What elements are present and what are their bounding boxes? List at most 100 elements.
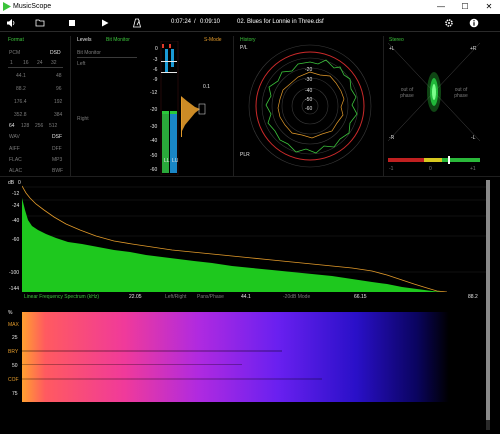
minimize-button[interactable]: —	[436, 2, 446, 11]
out-of-phase-left: out of phase	[400, 87, 414, 99]
format-bit-depth: 24	[37, 60, 43, 66]
maximize-button[interactable]: ☐	[460, 2, 470, 11]
spectrum-freq-tick: 44.1	[241, 294, 251, 300]
time-separator: /	[194, 19, 196, 25]
spectrogram-label: 50	[12, 363, 18, 369]
spectrum-freq-tick: 88.2	[468, 294, 478, 300]
spectrum-db-unit: dB	[8, 180, 15, 186]
spectrum-plot	[22, 185, 486, 292]
level-scale-tick: -9	[153, 77, 158, 83]
format-dsd-rate: 256	[35, 123, 44, 129]
format-bit-depth: 1	[10, 60, 13, 66]
correlation-neutral-zone	[424, 158, 442, 162]
level-meter	[160, 41, 206, 175]
spectrum-db-tick: 0	[18, 180, 21, 186]
format-type: WAV	[9, 134, 20, 140]
spectrum-db-tick: -144	[9, 286, 20, 292]
spectrogram-band	[22, 350, 282, 352]
bit-monitor-label: Bit Monitor	[77, 50, 101, 56]
spectrogram-band	[22, 378, 322, 380]
spectrum-fill	[22, 198, 442, 292]
format-pcm: PCM	[9, 50, 21, 56]
title-bar: MusicScope — ☐ ✕	[0, 0, 500, 14]
spectrum-freq-tick: 66.15	[354, 294, 367, 300]
close-button[interactable]: ✕	[484, 2, 494, 11]
folder-icon[interactable]	[34, 17, 46, 29]
format-rate: 384	[54, 112, 63, 118]
correlation-negative-zone	[388, 158, 424, 162]
history-ring-label: -40	[305, 88, 313, 94]
spectrogram-band	[22, 364, 242, 365]
level-scale-tick: -20	[150, 107, 158, 113]
out-of-phase-right: out of phase	[454, 87, 468, 99]
level-scale-tick: -6	[153, 67, 158, 73]
stop-icon[interactable]	[66, 17, 78, 29]
format-rate: 88.2	[16, 86, 26, 92]
left-channel-label: Left	[77, 61, 86, 67]
volume-icon[interactable]	[5, 17, 17, 29]
spectrum-panel: dB 0 -12 -24 -40 -60 -100 -144 Linear Fr…	[0, 178, 486, 302]
track-name: 02. Blues for Lonnie in Three.dsf	[237, 19, 324, 25]
section-divider	[0, 176, 500, 177]
stereo-cloud-core	[432, 84, 436, 100]
metronome-icon[interactable]	[131, 17, 143, 29]
format-dsd-rate: 128	[21, 123, 30, 129]
level-scale-tick: -60	[150, 167, 158, 173]
correlation-scale: -1	[389, 166, 394, 172]
format-type: AIFF	[9, 146, 20, 152]
level-scale-tick: -30	[150, 124, 158, 130]
history-ring-label: -20	[305, 67, 313, 73]
right-true-peak-bar	[171, 49, 174, 67]
vertical-scrollbar[interactable]	[486, 180, 490, 430]
format-dsd-rate: 512	[49, 123, 58, 129]
toolbar: 0:07:24 / 0:09:10 02. Blues for Lonnie i…	[0, 14, 500, 32]
info-icon[interactable]	[468, 17, 480, 29]
spectrum-mode-pans-phase[interactable]: Pans/Phase	[197, 294, 224, 300]
spectrum-db-tick: -12	[12, 191, 20, 197]
play-icon[interactable]	[99, 17, 111, 29]
correlation-positive-zone	[442, 158, 480, 162]
left-level-cap	[162, 111, 169, 114]
format-rate: 192	[54, 99, 63, 105]
history-ring-label: -50	[305, 97, 313, 103]
time-elapsed: 0:07:24	[171, 19, 192, 25]
levels-mode-toggle[interactable]: Bit Monitor	[106, 37, 130, 43]
format-type: BWF	[52, 168, 64, 174]
spectrogram-label: 25	[12, 335, 18, 341]
spectrum-db-tick: -40	[12, 218, 20, 224]
spectrogram-label-max: MAX	[8, 322, 19, 328]
stereo-panel: Stereo +L +R -R -L out of phase out of p…	[384, 33, 484, 176]
spectrogram-field	[22, 312, 486, 402]
format-dsd-rate: 64	[9, 123, 15, 129]
peak-hold-marker	[161, 61, 177, 62]
format-panel: Format PCM DSD 1 16 24 32 44.1 48 88.2 9…	[0, 33, 70, 176]
format-bit-depth: 16	[23, 60, 29, 66]
format-rate: 96	[56, 86, 62, 92]
level-scale-tick: -50	[150, 153, 158, 159]
format-type: MP3	[52, 157, 63, 163]
spectrum-db-tick: -60	[12, 237, 20, 243]
spectrogram-heatmap	[22, 312, 486, 402]
spectrum-db-tick: -100	[9, 270, 20, 276]
peak-value: 0.1	[203, 84, 210, 90]
correlation-meter	[388, 156, 480, 164]
sample-histogram	[181, 96, 200, 136]
window-title: MusicScope	[13, 3, 52, 10]
format-rate: 48	[56, 73, 62, 79]
left-channel-tag: LL	[164, 158, 170, 164]
spectrum-freq-tick: 22.05	[129, 294, 142, 300]
time-total: 0:09:10	[200, 19, 221, 25]
format-type: FLAC	[9, 157, 22, 163]
level-scale-tick: -12	[150, 90, 158, 96]
correlation-indicator	[448, 156, 450, 164]
right-level-cap	[170, 111, 177, 114]
settings-icon[interactable]	[443, 17, 455, 29]
format-title: Format	[8, 37, 24, 43]
spectrum-mode-20db[interactable]: -20dB Mode	[283, 294, 310, 300]
format-rate: 176.4	[14, 99, 27, 105]
format-type: DFF	[52, 146, 62, 152]
format-type: DSF	[52, 134, 62, 140]
level-scale-tick: -40	[150, 138, 158, 144]
spectrum-mode-left-right[interactable]: Left/Right	[165, 294, 186, 300]
scrollbar-thumb[interactable]	[486, 180, 490, 420]
